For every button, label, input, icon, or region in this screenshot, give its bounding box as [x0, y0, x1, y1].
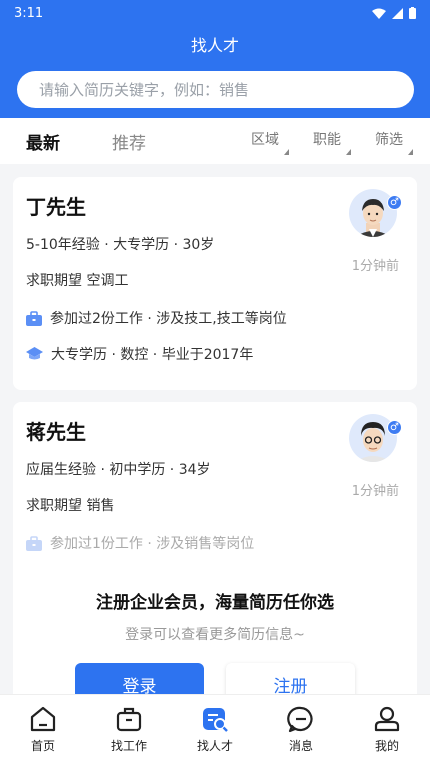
- work-history: 参加过2份工作 · 涉及技工,技工等岗位: [26, 308, 287, 328]
- candidate-name: 丁先生: [26, 195, 86, 219]
- nav-find-job-label: 找工作: [110, 739, 147, 753]
- message-icon: [287, 706, 313, 733]
- header: 3:11 找人才 请输入简历关键字，例如：销售: [0, 0, 430, 118]
- signal-icon: [392, 7, 403, 19]
- candidate-info: 5-10年经验 · 大专学历 · 30岁: [26, 237, 215, 253]
- nav-find-talent-label: 找人才: [196, 739, 233, 753]
- search-placeholder: 请输入简历关键字，例如：销售: [39, 81, 250, 99]
- status-icons: [372, 7, 416, 19]
- tab-latest[interactable]: 最新: [26, 129, 60, 154]
- filter-area[interactable]: 区域: [251, 129, 289, 155]
- candidate-name: 蒋先生: [26, 420, 86, 444]
- page-title: 找人才: [190, 36, 239, 55]
- resume-card[interactable]: 蒋先生 ♂ 应届生经验 · 初中学历 · 34岁 1分钟前 求职期望 销售 参加…: [13, 402, 417, 705]
- job-expectation: 求职期望 销售: [26, 498, 115, 514]
- nav-home[interactable]: 首页: [0, 705, 86, 754]
- nav-messages-label: 消息: [288, 739, 313, 753]
- briefcase-icon: [26, 310, 42, 326]
- dropdown-triangle-icon: [408, 149, 413, 155]
- work-history-text: 参加过1份工作 · 涉及销售等岗位: [50, 536, 255, 552]
- dropdown-triangle-icon: [346, 149, 351, 155]
- wifi-icon: [372, 8, 386, 19]
- male-icon: ♂: [387, 195, 402, 210]
- battery-icon: [409, 7, 416, 19]
- dropdown-triangle-icon: [284, 149, 289, 155]
- work-history-text: 参加过2份工作 · 涉及技工,技工等岗位: [50, 311, 287, 327]
- filter-more[interactable]: 筛选: [375, 129, 413, 155]
- tab-recommend[interactable]: 推荐: [112, 129, 146, 154]
- nav-profile[interactable]: 我的: [344, 705, 430, 754]
- briefcase-icon: [26, 535, 42, 551]
- status-time: 3:11: [14, 5, 44, 21]
- nav-find-talent[interactable]: 找人才: [172, 705, 258, 754]
- graduation-cap-icon: [26, 347, 43, 360]
- profile-icon: [374, 706, 400, 732]
- filter-function[interactable]: 职能: [313, 129, 351, 155]
- candidate-info: 应届生经验 · 初中学历 · 34岁: [26, 462, 211, 478]
- update-time: 1分钟前: [351, 259, 399, 274]
- education-text: 大专学历 · 数控 · 毕业于2017年: [51, 347, 254, 363]
- talent-search-icon: [203, 708, 228, 732]
- male-icon: ♂: [387, 420, 402, 435]
- nav-home-label: 首页: [30, 739, 55, 753]
- briefcase-icon: [116, 707, 142, 732]
- status-bar: 3:11: [14, 4, 416, 22]
- nav-profile-label: 我的: [374, 739, 399, 753]
- bottom-nav: 首页 找工作 找人才 消息 我的: [0, 694, 430, 766]
- filter-more-label: 筛选: [375, 132, 403, 148]
- update-time: 1分钟前: [351, 484, 399, 499]
- search-input[interactable]: 请输入简历关键字，例如：销售: [17, 71, 414, 108]
- home-icon: [30, 706, 56, 732]
- nav-messages[interactable]: 消息: [258, 705, 344, 754]
- education-history: 大专学历 · 数控 · 毕业于2017年: [26, 344, 253, 364]
- resume-card[interactable]: 丁先生 ♂ 5-10年经验 · 大专学历 · 30岁 1分钟前 求职期望 空调工…: [13, 177, 417, 390]
- nav-find-job[interactable]: 找工作: [86, 705, 172, 754]
- filter-function-label: 职能: [313, 132, 341, 148]
- promo-subtitle: 登录可以查看更多简历信息~: [125, 627, 305, 643]
- filter-area-label: 区域: [251, 132, 279, 148]
- job-expectation: 求职期望 空调工: [26, 273, 129, 289]
- work-history: 参加过1份工作 · 涉及销售等岗位: [26, 533, 254, 553]
- promo-title: 注册企业会员，海量简历任你选: [96, 593, 334, 613]
- tab-bar: 最新 推荐 区域 职能 筛选: [0, 118, 430, 164]
